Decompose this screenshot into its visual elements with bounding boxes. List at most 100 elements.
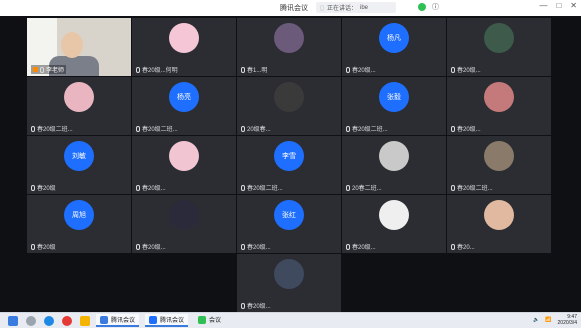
meeting-icon: [149, 315, 158, 324]
participant-name: 春20级二班...: [241, 183, 283, 192]
participant-tile[interactable]: 周旭春20级: [27, 195, 131, 253]
info-icon[interactable]: ⓘ: [432, 2, 439, 12]
avatar: [169, 23, 199, 53]
taskbar-app-chat[interactable]: 会议: [194, 314, 225, 327]
participant-tile[interactable]: 李老师: [27, 18, 131, 76]
mic-icon: [241, 66, 245, 73]
participant-name: 春20级...: [451, 124, 481, 133]
title-bar: 腾讯会议 正在讲话： ibe ⓘ — □ ✕: [0, 0, 581, 17]
mic-icon: [451, 125, 455, 132]
search-icon[interactable]: [26, 315, 36, 326]
participant-tile[interactable]: 杨凡春20级...: [342, 18, 446, 76]
wifi-icon[interactable]: 📶: [545, 317, 551, 323]
avatar: [274, 82, 304, 112]
close-icon[interactable]: ✕: [570, 1, 577, 10]
speaking-name: ibe: [360, 4, 369, 11]
avatar: 张红: [274, 200, 304, 230]
participant-name: 春20级二班...: [136, 124, 178, 133]
browser-icon[interactable]: [62, 315, 72, 326]
avatar: 杨亮: [169, 82, 199, 112]
participant-tile[interactable]: 春20级...: [447, 77, 551, 135]
avatar: [484, 23, 514, 53]
participant-name: 春20级...: [346, 65, 376, 74]
participant-name: 春20级: [31, 242, 56, 251]
chat-icon: [198, 315, 207, 324]
windows-start-icon[interactable]: [8, 315, 18, 326]
participant-name: 春20级...: [136, 183, 166, 192]
participant-tile[interactable]: 张红 春20级...: [237, 195, 341, 253]
mic-icon: [241, 125, 245, 132]
video-gallery: 李老师 春20级...何明 春1...明 杨凡 春20级... 春20级... 春20级二班…: [0, 16, 581, 312]
avatar: 周旭: [64, 200, 94, 230]
participant-name: 春20级二班...: [31, 124, 73, 133]
participant-tile[interactable]: 刘敏春20级: [27, 136, 131, 194]
participant-tile[interactable]: 张毅春20级二班...: [342, 77, 446, 135]
participant-tile[interactable]: 春20级...: [132, 195, 236, 253]
participant-name: 春20级...何明: [136, 65, 178, 74]
participant-tile[interactable]: 春20级二班...: [27, 77, 131, 135]
participant-name: 李老师: [31, 65, 67, 74]
mic-icon: [136, 243, 140, 250]
mic-icon: [136, 125, 140, 132]
participant-tile[interactable]: 春20级...: [447, 18, 551, 76]
avatar: [484, 200, 514, 230]
participant-name: 春20...: [451, 242, 475, 251]
mic-icon: [346, 125, 350, 132]
folder-icon[interactable]: [80, 315, 90, 326]
mic-icon: [31, 184, 35, 191]
volume-icon[interactable]: 🔈: [533, 317, 539, 323]
network-status: ⓘ: [418, 2, 439, 12]
avatar: [484, 141, 514, 171]
minimize-icon[interactable]: —: [539, 1, 547, 10]
avatar: [379, 200, 409, 230]
taskbar: 腾讯会议 腾讯会议 会议 🔈 📶 9:47 2020/3/4: [0, 312, 581, 328]
participant-tile[interactable]: 20春二班...: [342, 136, 446, 194]
participant-tile[interactable]: 春20级...: [342, 195, 446, 253]
participant-name: 春20级二班...: [451, 183, 493, 192]
mic-icon: [31, 125, 35, 132]
avatar: 李雪: [274, 141, 304, 171]
clock[interactable]: 9:47 2020/3/4: [558, 314, 577, 326]
mic-icon: [346, 66, 350, 73]
taskbar-app-meeting-2[interactable]: 腾讯会议: [145, 314, 189, 327]
mic-icon: [451, 184, 455, 191]
mic-icon: [451, 243, 455, 250]
participant-name: 春20级...: [451, 65, 481, 74]
edge-icon[interactable]: [44, 315, 54, 326]
maximize-icon[interactable]: □: [556, 1, 561, 10]
speaking-indicator: 正在讲话： ibe: [316, 2, 396, 13]
avatar: [169, 200, 199, 230]
participant-tile[interactable]: 20级春...: [237, 77, 341, 135]
participant-tile[interactable]: 春20...: [447, 195, 551, 253]
mic-icon: [346, 184, 350, 191]
taskbar-app-meeting[interactable]: 腾讯会议: [96, 314, 140, 327]
participant-tile[interactable]: 春20级二班...: [447, 136, 551, 194]
avatar: 杨凡: [379, 23, 409, 53]
mic-icon: [241, 243, 245, 250]
avatar: [484, 82, 514, 112]
mic-icon: [136, 66, 140, 73]
avatar: [64, 82, 94, 112]
avatar: [379, 141, 409, 171]
participant-tile[interactable]: 春20级...: [132, 136, 236, 194]
system-tray: 🔈 📶 9:47 2020/3/4: [533, 314, 577, 326]
meeting-icon: [100, 315, 108, 324]
network-icon: [418, 3, 426, 11]
participant-tile[interactable]: 春20级...: [237, 254, 341, 312]
participant-name: 春20级: [31, 183, 56, 192]
participant-tile[interactable]: 杨亮春20级二班...: [132, 77, 236, 135]
host-badge-icon: [33, 67, 38, 72]
participant-tile[interactable]: 李雪春20级二班...: [237, 136, 341, 194]
avatar: 张毅: [379, 82, 409, 112]
video-person: [61, 32, 83, 58]
participant-name: 20春二班...: [346, 183, 382, 192]
mic-icon: [346, 243, 350, 250]
avatar: [274, 259, 304, 289]
avatar: 刘敏: [64, 141, 94, 171]
participant-name: 春20级二班...: [346, 124, 388, 133]
window-controls: — □ ✕: [539, 1, 577, 10]
participant-tile[interactable]: 春20级...何明: [132, 18, 236, 76]
mic-icon: [31, 243, 35, 250]
participant-tile[interactable]: 春1...明: [237, 18, 341, 76]
mic-icon: [40, 66, 44, 73]
